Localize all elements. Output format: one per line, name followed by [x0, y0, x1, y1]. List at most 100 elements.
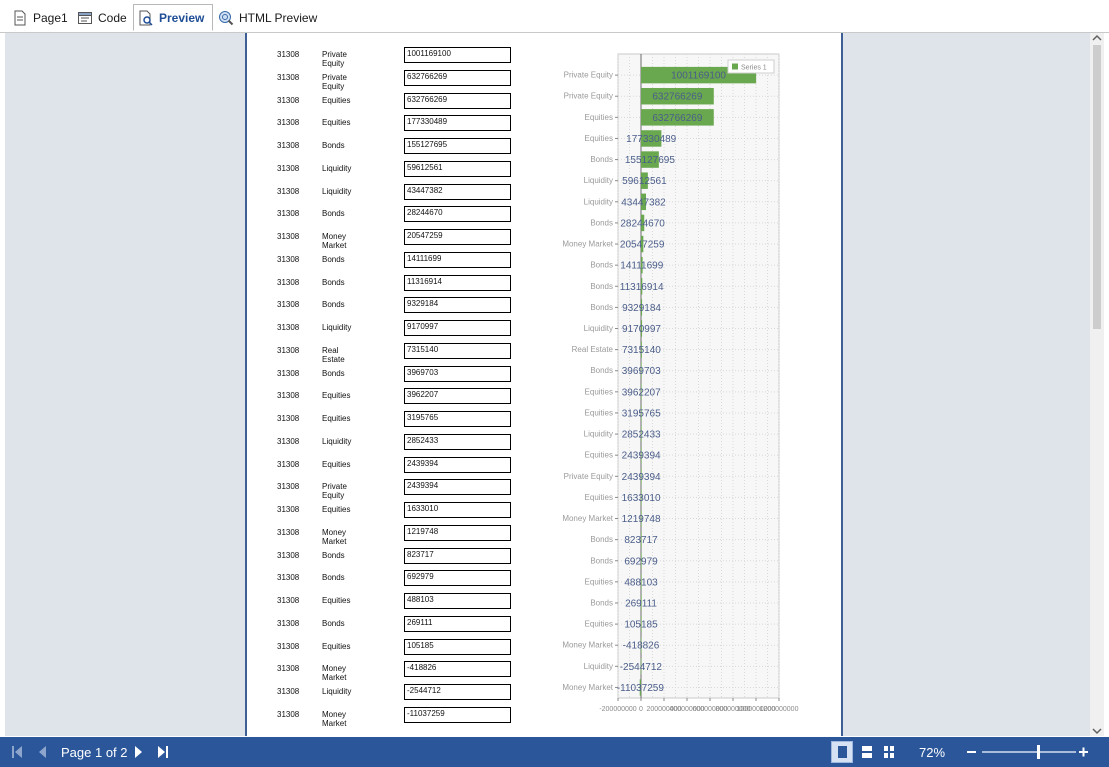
- y-axis-category-label: Bonds: [590, 598, 613, 607]
- y-axis-category-label: Bonds: [590, 535, 613, 544]
- zoom-out-icon[interactable]: [965, 745, 979, 759]
- bar-data-label: -2544712: [620, 662, 663, 673]
- y-axis-category-label: Bonds: [590, 218, 613, 227]
- bar-data-label: 2439394: [622, 472, 661, 483]
- y-axis-category-label: Liquidity: [584, 176, 613, 185]
- zoom-slider-track[interactable]: [982, 751, 1076, 753]
- y-axis-category-label: Money Market: [562, 514, 613, 523]
- y-axis-category-label: Equities: [585, 620, 613, 629]
- y-axis-category-label: Private Equity: [564, 472, 613, 481]
- y-axis-category-label: Equities: [585, 134, 613, 143]
- bar-data-label: 7315140: [622, 345, 661, 356]
- zoom-level: 72%: [919, 745, 946, 760]
- bar-data-label: 488103: [624, 577, 658, 588]
- y-axis-category-label: Liquidity: [584, 430, 613, 439]
- bar-data-label: 28244670: [620, 218, 665, 229]
- bar-chart: Private Equity 1001169100 Private Equity 63…: [562, 53, 799, 713]
- y-axis-category-label: Equities: [585, 113, 613, 122]
- bar-data-label: 9170997: [622, 324, 661, 335]
- y-axis-category-label: Money Market: [562, 683, 613, 692]
- report-page: 31308 Private Equity 1001169100 31308 Privat…: [247, 33, 841, 736]
- y-axis-category-label: Bonds: [590, 556, 613, 565]
- bar-data-label: 9329184: [622, 303, 661, 314]
- tab-preview[interactable]: Preview: [133, 4, 213, 31]
- y-axis-category-label: Bonds: [590, 261, 613, 270]
- bar-data-label: 269111: [625, 598, 657, 609]
- bar-data-label: 59612561: [622, 176, 667, 187]
- y-axis-category-label: Private Equity: [564, 92, 613, 101]
- bar-data-label: 2439394: [622, 451, 661, 462]
- previous-page-icon[interactable]: [36, 744, 48, 760]
- bar-data-label: 105185: [624, 620, 658, 631]
- y-axis-category-label: Private Equity: [564, 71, 613, 80]
- x-axis-tick-label: 0: [639, 706, 643, 713]
- scrollbar-thumb[interactable]: [1093, 45, 1101, 329]
- vertical-scrollbar[interactable]: [1090, 33, 1104, 736]
- y-axis-category-label: Bonds: [590, 366, 613, 375]
- last-page-icon[interactable]: [156, 744, 170, 760]
- tab-code[interactable]: Code: [77, 5, 127, 31]
- x-axis-tick-label: -200000000: [599, 706, 636, 713]
- bar-data-label: 632766269: [652, 113, 702, 124]
- y-axis-category-label: Equities: [585, 387, 613, 396]
- page-border-right: [841, 33, 843, 736]
- document-tab-bar: Page1 Code Preview HTML Preview: [0, 0, 1109, 33]
- navigation-status-bar: Page 1 of 2 72%: [0, 737, 1109, 767]
- bar-data-label: 1219748: [622, 514, 661, 525]
- next-page-icon[interactable]: [133, 744, 145, 760]
- tab-label: HTML Preview: [239, 11, 318, 25]
- bar-data-label: 1001169100: [671, 71, 726, 82]
- page-indicator: Page 1 of 2: [61, 745, 128, 760]
- y-axis-category-label: Bonds: [590, 303, 613, 312]
- y-axis-category-label: Equities: [585, 577, 613, 586]
- bar-data-label: 177330489: [626, 134, 676, 145]
- y-axis-category-label: Equities: [585, 408, 613, 417]
- zoom-in-icon[interactable]: [1077, 745, 1091, 759]
- y-axis-category-label: Equities: [585, 493, 613, 502]
- tab-page1[interactable]: Page1: [12, 5, 68, 31]
- code-icon: [77, 10, 93, 26]
- legend-swatch: [732, 63, 738, 70]
- y-axis-category-label: Money Market: [562, 240, 613, 249]
- bar-data-label: 1633010: [622, 493, 661, 504]
- first-page-icon[interactable]: [10, 744, 24, 760]
- tab-label: Preview: [159, 10, 205, 25]
- bar-data-label: 20547259: [620, 240, 665, 251]
- y-axis-category-label: Liquidity: [584, 324, 613, 333]
- bar-data-label: 14111699: [620, 261, 663, 272]
- bar-data-label: 692979: [624, 556, 658, 567]
- y-axis-category-label: Bonds: [590, 282, 613, 291]
- continuous-pages-icon: [862, 746, 872, 758]
- preview-viewer: 31308 Private Equity 1001169100 31308 Privat…: [5, 33, 1090, 736]
- y-axis-category-label: Money Market: [562, 641, 613, 650]
- html-preview-icon: [218, 10, 234, 26]
- bar-data-label: 3962207: [622, 387, 661, 398]
- scroll-down-icon[interactable]: [1090, 726, 1104, 736]
- single-page-icon: [838, 746, 847, 758]
- zoom-slider-thumb[interactable]: [1036, 745, 1040, 759]
- bar-data-label: 155127695: [625, 155, 675, 166]
- tab-label: Code: [98, 11, 127, 25]
- bar-data-label: 3195765: [622, 408, 661, 419]
- single-page-view-button[interactable]: [831, 741, 853, 763]
- tab-label: Page1: [33, 11, 68, 25]
- multi-page-icon: [884, 746, 894, 758]
- preview-icon: [138, 10, 154, 26]
- page-icon: [12, 10, 28, 26]
- bar-data-label: 632766269: [652, 92, 702, 103]
- bar-data-label: -418826: [623, 641, 660, 652]
- bar-data-label: 2852433: [622, 430, 661, 441]
- y-axis-category-label: Equities: [585, 451, 613, 460]
- tab-html-preview[interactable]: HTML Preview: [218, 5, 317, 31]
- scroll-up-icon[interactable]: [1090, 33, 1104, 43]
- bar-data-label: 823717: [624, 535, 658, 546]
- y-axis-category-label: Real Estate: [572, 345, 614, 354]
- continuous-view-button[interactable]: [856, 741, 878, 763]
- y-axis-category-label: Liquidity: [584, 662, 613, 671]
- bar-data-label: 43447382: [621, 197, 666, 208]
- legend-series-label: Series 1: [741, 65, 767, 72]
- multi-page-view-button[interactable]: [878, 741, 900, 763]
- y-axis-category-label: Bonds: [590, 155, 613, 164]
- bar-data-label: 3969703: [622, 366, 661, 377]
- bar-data-label: 11316914: [620, 282, 664, 293]
